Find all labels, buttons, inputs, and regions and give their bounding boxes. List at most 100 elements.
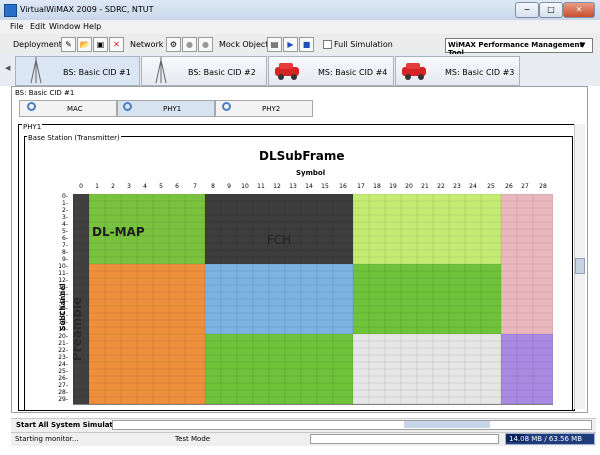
x-tick-label: 5 xyxy=(159,183,163,190)
region-label-dl-map: DL-MAP xyxy=(92,225,145,239)
x-tick-label: 12 xyxy=(273,183,281,190)
x-tick-label: 13 xyxy=(289,183,297,190)
test-mode-label: Test Mode xyxy=(175,435,211,443)
x-tick-label: 27 xyxy=(521,183,529,190)
y-tick-label: 19- xyxy=(58,326,68,333)
subtab-label-phy1: PHY1 xyxy=(163,105,182,113)
phy1-frame-label: PHY1 xyxy=(22,123,43,131)
y-tick-label: 17- xyxy=(58,312,68,319)
y-tick-label: 1- xyxy=(62,200,68,207)
tab-scroll-left-icon[interactable]: ◀ xyxy=(5,64,10,72)
subtab-label-phy2: PHY2 xyxy=(262,105,281,113)
x-tick-label: 3 xyxy=(127,183,131,190)
antenna-tower-icon xyxy=(30,57,42,84)
x-tick-label: 15 xyxy=(321,183,329,190)
y-tick-label: 7- xyxy=(62,242,68,249)
simulation-progress-bar xyxy=(112,420,592,430)
transmitter-frame-label: Base Station (Transmitter) xyxy=(27,134,121,142)
y-tick-label: 0- xyxy=(62,193,68,200)
y-tick-label: 28- xyxy=(58,389,68,396)
scrollbar-thumb[interactable] xyxy=(575,258,585,274)
x-tick-label: 16 xyxy=(339,183,347,190)
x-tick-label: 0 xyxy=(79,183,83,190)
tab-label-ms-cid-4: MS: Basic CID #4 xyxy=(318,68,388,77)
start-all-simulation-label: Start All System Simulation xyxy=(16,421,125,429)
x-tick-label: 2 xyxy=(111,183,115,190)
y-tick-label: 8- xyxy=(62,249,68,256)
x-tick-label: 4 xyxy=(143,183,147,190)
menu-file[interactable]: File xyxy=(10,22,23,31)
x-tick-label: 24 xyxy=(469,183,477,190)
close-button[interactable]: ✕ xyxy=(563,2,595,18)
y-tick-label: 10- xyxy=(58,263,68,270)
y-tick-label: 16- xyxy=(58,305,68,312)
region-label-fch: FCH xyxy=(267,233,291,247)
menu-window[interactable]: Window xyxy=(49,22,81,31)
save-icon[interactable]: ▣ xyxy=(93,37,108,52)
x-tick-label: 26 xyxy=(505,183,513,190)
y-tick-label: 15- xyxy=(58,298,68,305)
x-axis-label: Symbol xyxy=(296,169,326,177)
simulation-progress-fill xyxy=(404,421,491,428)
mock-object-label: Mock Object xyxy=(219,40,269,49)
monitor-status: Starting monitor... xyxy=(15,435,79,443)
x-tick-label: 8 xyxy=(211,183,215,190)
y-tick-label: 29- xyxy=(58,396,68,403)
network-stop-icon[interactable]: ● xyxy=(198,37,213,52)
play-icon[interactable]: ▶ xyxy=(283,37,298,52)
dl-subframe-grid: Preamble DL-MAP FCH xyxy=(73,194,553,405)
open-folder-icon[interactable]: 📂 xyxy=(77,37,92,52)
deploy-new-icon[interactable]: ✎ xyxy=(61,37,76,52)
y-tick-label: 21- xyxy=(58,340,68,347)
y-tick-label: 12- xyxy=(58,277,68,284)
y-tick-label: 4- xyxy=(62,221,68,228)
y-tick-label: 13- xyxy=(58,284,68,291)
y-tick-label: 25- xyxy=(58,368,68,375)
x-tick-label: 6 xyxy=(175,183,179,190)
maximize-button[interactable]: □ xyxy=(539,2,563,18)
network-disabled-icon[interactable]: ● xyxy=(182,37,197,52)
x-tick-label: 18 xyxy=(373,183,381,190)
y-tick-label: 5- xyxy=(62,228,68,235)
y-tick-label: 2- xyxy=(62,207,68,214)
subtab-label-mac: MAC xyxy=(67,105,83,113)
x-tick-label: 28 xyxy=(539,183,547,190)
y-tick-label: 27- xyxy=(58,382,68,389)
full-simulation-label: Full Simulation xyxy=(334,40,393,49)
network-label: Network xyxy=(130,40,164,49)
menu-help[interactable]: Help xyxy=(83,22,101,31)
y-tick-label: 3- xyxy=(62,214,68,221)
app-icon xyxy=(4,4,17,17)
y-tick-label: 22- xyxy=(58,347,68,354)
chart-title: DLSubFrame xyxy=(259,149,345,163)
deployment-label: Deployment xyxy=(13,40,62,49)
y-tick-label: 6- xyxy=(62,235,68,242)
network-settings-icon[interactable]: ⚙ xyxy=(166,37,181,52)
search-icon xyxy=(27,102,36,111)
x-tick-label: 14 xyxy=(305,183,313,190)
x-tick-label: 11 xyxy=(257,183,265,190)
tab-label-bs-cid-2: BS: Basic CID #2 xyxy=(188,68,256,77)
window-title: VirtualWiMAX 2009 - SDRC, NTUT xyxy=(20,5,154,14)
x-tick-label: 9 xyxy=(227,183,231,190)
red-car-icon xyxy=(402,63,426,80)
tab-label-ms-cid-3: MS: Basic CID #3 xyxy=(445,68,515,77)
tab-label-bs-cid-1: BS: Basic CID #1 xyxy=(63,68,131,77)
antenna-tower-icon xyxy=(155,57,167,84)
x-tick-label: 23 xyxy=(453,183,461,190)
delete-icon[interactable]: ✕ xyxy=(109,37,124,52)
monitor-progress-bar xyxy=(310,434,499,444)
stop-icon[interactable]: ■ xyxy=(299,37,314,52)
menu-edit[interactable]: Edit xyxy=(30,22,46,31)
chevron-down-icon: ▼ xyxy=(580,41,586,49)
minimize-button[interactable]: − xyxy=(515,2,539,18)
full-simulation-checkbox[interactable] xyxy=(323,40,332,49)
x-tick-label: 25 xyxy=(487,183,495,190)
panel-title: BS: Basic CID #1 xyxy=(15,89,75,97)
y-tick-label: 14- xyxy=(58,291,68,298)
x-tick-label: 19 xyxy=(389,183,397,190)
y-tick-label: 23- xyxy=(58,354,68,361)
x-tick-label: 21 xyxy=(421,183,429,190)
x-tick-label: 22 xyxy=(437,183,445,190)
mock-open-icon[interactable]: ▤ xyxy=(267,37,282,52)
